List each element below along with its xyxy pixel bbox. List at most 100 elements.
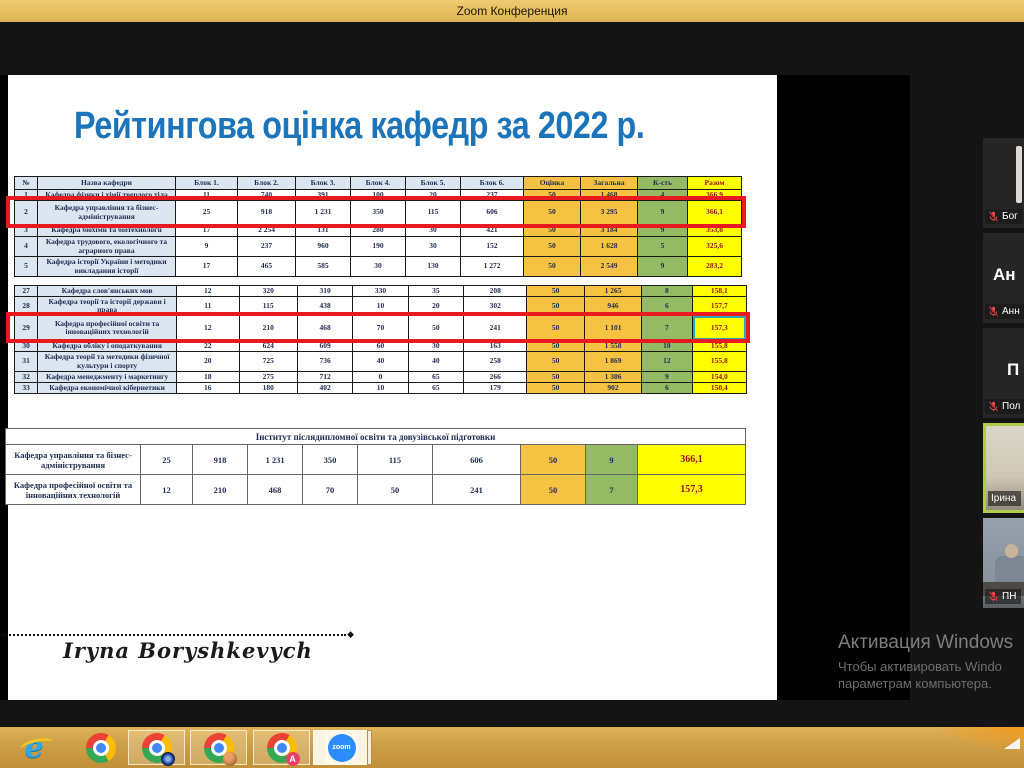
chrome-window-3-button[interactable]: A — [253, 730, 310, 765]
table-cell: 33 — [15, 383, 38, 394]
table-cell: 402 — [297, 383, 352, 394]
table-cell: 30 — [406, 237, 461, 257]
chrome-icon[interactable] — [85, 732, 117, 764]
muted-mic-icon — [988, 306, 999, 317]
table-cell: 50 — [524, 257, 581, 277]
table-cell: 50 — [527, 286, 584, 297]
windows-activation-watermark: Активация Windows Чтобы активировать Win… — [838, 632, 1013, 692]
table-cell: 40 — [353, 352, 408, 372]
institute-header: Інститут післядипломної освіти та довузі… — [6, 429, 746, 445]
table-cell: 2 549 — [581, 257, 638, 277]
table-cell: 9 — [642, 372, 692, 383]
table-cell: 27 — [15, 286, 38, 297]
participant-nameplate: Анн — [985, 304, 1024, 319]
participant-name: Ірина — [991, 493, 1016, 504]
zoom-app-window: Zoom Конференция Рейтингова оцінка кафед… — [0, 0, 1024, 768]
table-cell: 32 — [15, 372, 38, 383]
table-cell: 585 — [296, 257, 351, 277]
chrome-window-1-button[interactable] — [128, 730, 185, 765]
video-fragment — [1016, 146, 1022, 203]
column-header: Блок 6. — [461, 177, 524, 190]
table-cell: 190 — [351, 237, 406, 257]
column-header: Блок 5. — [406, 177, 461, 190]
table-cell: 17 — [176, 257, 238, 277]
table-cell: 9 — [176, 237, 238, 257]
table-cell: 130 — [406, 257, 461, 277]
table-cell: Кафедра управління та бізнес-адмініструв… — [6, 445, 141, 475]
participants-strip: Бог Ан Анн П Пол Ірина — [983, 138, 1024, 638]
table-cell: 50 — [521, 445, 586, 475]
internet-explorer-icon[interactable]: e — [18, 732, 50, 764]
table-cell: 31 — [15, 352, 38, 372]
table-cell: 12 — [141, 475, 193, 505]
column-header: Блок 1. — [176, 177, 238, 190]
participant-name: Пол — [1002, 401, 1020, 412]
avatar-initials: П — [1007, 360, 1019, 380]
video-person-head-shape — [1005, 544, 1018, 558]
participant-tile-anna[interactable]: Ан Анн — [983, 233, 1024, 323]
author-signature: Iryna Boryshkevych — [63, 638, 313, 663]
table-row: 33Кафедра економічної кібернетики1618040… — [15, 383, 747, 394]
participant-tile-iryna-active-speaker[interactable]: Ірина — [983, 423, 1024, 513]
table-cell: 180 — [239, 383, 297, 394]
table-cell: 465 — [238, 257, 296, 277]
watermark-body-1: Чтобы активировать Windo — [838, 658, 1013, 675]
participant-tile-polina[interactable]: П Пол — [983, 328, 1024, 418]
windows-taskbar: e A zoom — [0, 727, 1024, 768]
table-cell: Кафедра менеджменту і маркетингу — [38, 372, 177, 383]
column-header: № — [15, 177, 38, 190]
participant-tile-bohdan[interactable]: Бог — [983, 138, 1024, 228]
column-header: Загальна — [581, 177, 638, 190]
table-cell: 16 — [177, 383, 239, 394]
table-cell: 7 — [586, 475, 638, 505]
highlight-box-row-29 — [6, 312, 750, 343]
table-row: 31Кафедра теорії та методики фізичної ку… — [15, 352, 747, 372]
chrome-profile-badge-a: A — [286, 752, 300, 766]
signature-dotted-line — [2, 634, 346, 636]
table-cell: 20 — [177, 352, 239, 372]
table-cell: 18 — [177, 372, 239, 383]
highlight-box-row-2 — [6, 196, 746, 228]
institute-summary-table: Інститут післядипломної освіти та довузі… — [5, 428, 746, 505]
table-cell: 150,4 — [692, 383, 746, 394]
column-header: Разом — [688, 177, 742, 190]
table-cell: 65 — [408, 383, 463, 394]
column-header: К-сть — [638, 177, 688, 190]
table-cell: 275 — [239, 372, 297, 383]
table-cell: 320 — [239, 286, 297, 297]
table-cell: 210 — [193, 475, 248, 505]
table-cell: 50 — [358, 475, 433, 505]
table-cell: 50 — [521, 475, 586, 505]
table-cell: 50 — [527, 383, 584, 394]
participant-nameplate: Пол — [985, 399, 1024, 414]
table-cell: 241 — [433, 475, 521, 505]
table-row: 5Кафедра історії України і методики викл… — [15, 257, 742, 277]
muted-mic-icon — [988, 591, 999, 602]
table-cell: 366,1 — [638, 445, 746, 475]
zoom-icon: zoom — [325, 731, 359, 765]
table-cell: 208 — [464, 286, 527, 297]
table-row: 32Кафедра менеджменту і маркетингу182757… — [15, 372, 747, 383]
table-cell: 179 — [464, 383, 527, 394]
table-cell: 5 — [15, 257, 38, 277]
table-cell: 310 — [297, 286, 352, 297]
participant-nameplate: Бог — [985, 209, 1023, 224]
table-cell: 8 — [642, 286, 692, 297]
table-cell: 325,6 — [688, 237, 742, 257]
table-cell: 9 — [586, 445, 638, 475]
table-header-row: №Назва кафедриБлок 1.Блок 2.Блок 3.Блок … — [15, 177, 742, 190]
column-header: Блок 4. — [351, 177, 406, 190]
table-cell: 266 — [464, 372, 527, 383]
chrome-window-2-button[interactable] — [190, 730, 247, 765]
window-titlebar[interactable]: Zoom Конференция — [0, 0, 1024, 22]
zoom-app-button[interactable]: zoom — [313, 730, 370, 765]
muted-mic-icon — [988, 401, 999, 412]
taskbar-separator[interactable] — [367, 730, 372, 765]
avatar-initials: Ан — [993, 265, 1016, 285]
table-cell: Кафедра історії України і методики викла… — [38, 257, 176, 277]
table-cell: Кафедра слов'янських мов — [38, 286, 177, 297]
table-cell: 960 — [296, 237, 351, 257]
table-cell: 1 272 — [461, 257, 524, 277]
participant-tile-pnu[interactable]: ПН — [983, 518, 1024, 608]
table-cell: 902 — [584, 383, 641, 394]
